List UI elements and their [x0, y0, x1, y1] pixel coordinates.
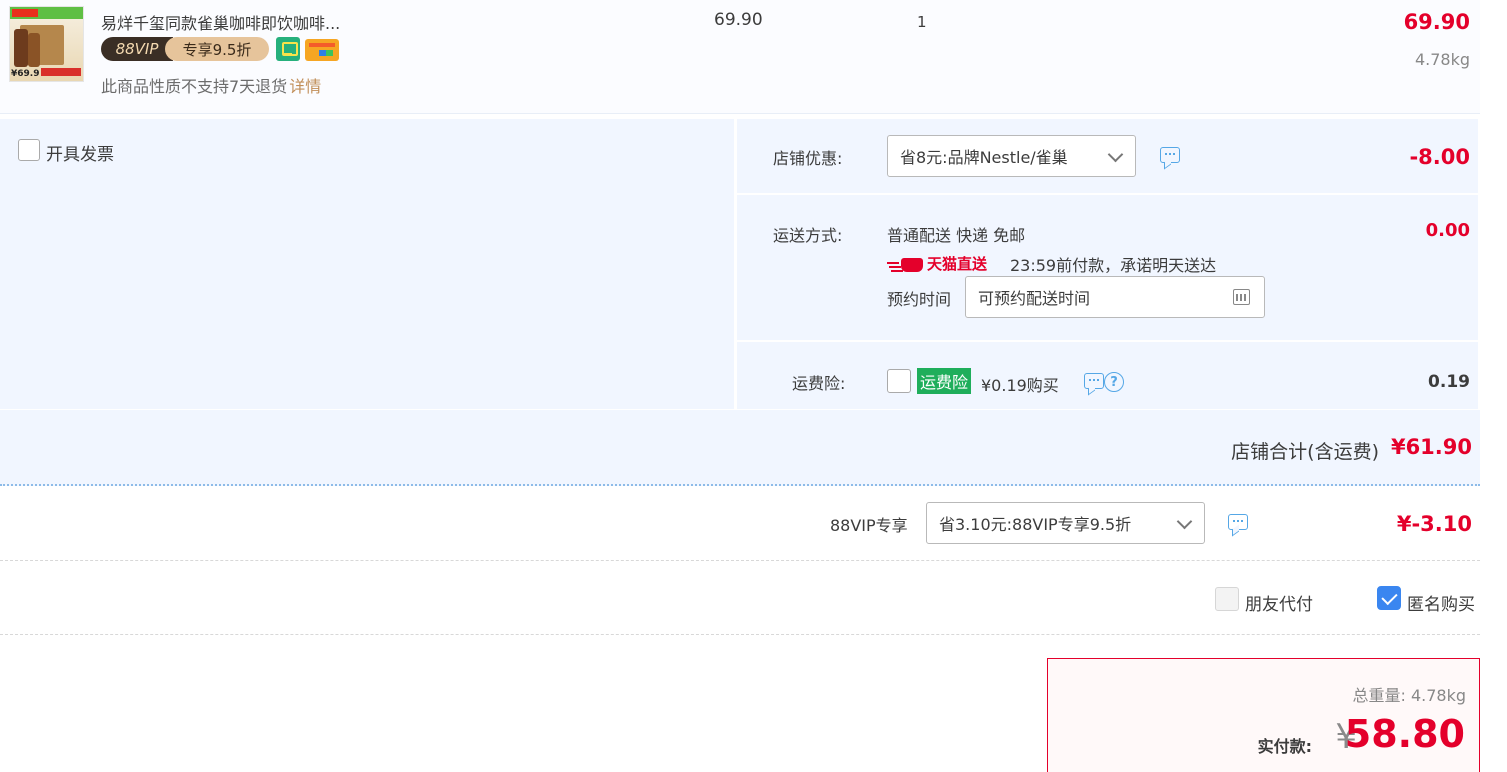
- return-notice-text: 此商品性质不支持7天退货: [101, 77, 288, 96]
- return-policy-notice: 此商品性质不支持7天退货 详情: [101, 73, 321, 97]
- chevron-down-icon: [1107, 146, 1124, 163]
- unit-price: 69.90: [714, 10, 763, 30]
- item-subtotal: 69.90: [1403, 10, 1470, 34]
- chevron-down-icon: [1176, 513, 1193, 530]
- row-divider: [737, 340, 1478, 342]
- appointment-time-value: 可预约配送时间: [978, 289, 1091, 308]
- product-title[interactable]: 易烊千玺同款雀巢咖啡即饮咖啡...: [101, 10, 340, 34]
- credit-card-icon[interactable]: [305, 39, 339, 61]
- insurance-label: 运费险:: [792, 374, 846, 393]
- vip-discount-value: 省3.10元:88VIP专享9.5折: [939, 515, 1132, 534]
- shop-discount-label: 店铺优惠:: [773, 149, 843, 168]
- invoice-checkbox[interactable]: [18, 139, 40, 161]
- quantity: 1: [917, 13, 927, 31]
- total-weight: 总重量: 4.78kg: [1352, 686, 1466, 705]
- shipping-amount: 0.00: [1425, 220, 1470, 241]
- shop-total-amount: ¥61.90: [1390, 435, 1472, 459]
- appointment-time-input[interactable]: 可预约配送时间: [965, 276, 1265, 318]
- divider: [0, 634, 1480, 635]
- item-weight: 4.78kg: [1414, 50, 1470, 69]
- vip-discount-select[interactable]: 省3.10元:88VIP专享9.5折: [926, 502, 1205, 544]
- friend-pay-checkbox[interactable]: [1215, 587, 1239, 611]
- shop-discount-amount: -8.00: [1409, 145, 1470, 169]
- return-details-link[interactable]: 详情: [289, 77, 321, 96]
- service-guarantee-icon[interactable]: [276, 37, 300, 61]
- shipping-method: 普通配送 快递 免邮: [887, 226, 1026, 245]
- help-icon[interactable]: ?: [1104, 372, 1124, 392]
- anonymous-purchase-label[interactable]: 匿名购买: [1407, 590, 1475, 615]
- vip-badge-label: 88VIP: [101, 37, 173, 61]
- insurance-amount: 0.19: [1428, 372, 1470, 392]
- shop-total-label: 店铺合计(含运费): [1231, 441, 1379, 463]
- insurance-checkbox[interactable]: [887, 369, 911, 393]
- delivery-promise: 23:59前付款，承诺明天送达: [1010, 256, 1217, 275]
- invoice-label[interactable]: 开具发票: [46, 140, 114, 165]
- tmall-direct-badge: 天猫直送: [887, 253, 987, 274]
- friend-pay-label[interactable]: 朋友代付: [1245, 590, 1313, 615]
- message-icon[interactable]: [1084, 373, 1104, 389]
- vip-discount-amount: ¥-3.10: [1396, 512, 1472, 536]
- product-thumbnail[interactable]: ¥69.9: [9, 6, 84, 82]
- vip-discount-badge: 88VIP 专享9.5折: [101, 37, 269, 61]
- shop-discount-value: 省8元:品牌Nestle/雀巢: [900, 148, 1068, 167]
- insurance-tag: 运费险: [917, 368, 972, 394]
- shop-discount-select[interactable]: 省8元:品牌Nestle/雀巢: [887, 135, 1136, 177]
- insurance-price: ¥0.19购买: [981, 376, 1059, 395]
- message-icon[interactable]: [1228, 514, 1248, 530]
- calendar-icon[interactable]: [1233, 289, 1250, 305]
- actual-payment-label: 实付款:: [1257, 737, 1312, 756]
- vip-badge-discount: 专享9.5折: [165, 37, 269, 61]
- divider: [0, 560, 1480, 561]
- vip-discount-label: 88VIP专享: [830, 516, 908, 535]
- appointment-label: 预约时间: [887, 290, 952, 309]
- message-icon[interactable]: [1160, 147, 1180, 163]
- anonymous-purchase-checkbox[interactable]: [1377, 586, 1401, 610]
- thumb-price: ¥69.9: [11, 69, 40, 79]
- shipping-label: 运送方式:: [773, 226, 843, 245]
- tmall-direct-label: 天猫直送: [927, 255, 988, 273]
- actual-payment-amount: 58.80: [1344, 712, 1465, 756]
- row-divider: [737, 193, 1478, 195]
- tmall-cat-icon: [887, 256, 923, 272]
